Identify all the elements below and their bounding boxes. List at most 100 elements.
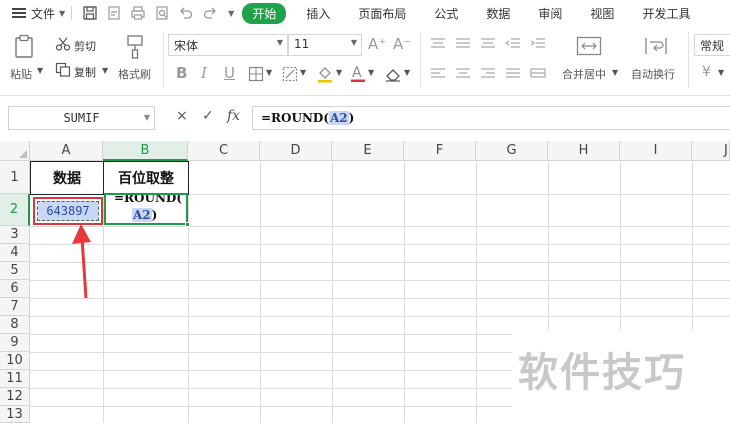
underline-icon[interactable]: U	[224, 64, 235, 82]
insert-function-icon[interactable]: fx	[227, 108, 240, 124]
redo-icon[interactable]	[202, 5, 218, 21]
print-icon[interactable]	[130, 5, 146, 21]
currency-icon[interactable]: ¥	[702, 64, 711, 80]
tab-formulas[interactable]: 公式	[434, 5, 458, 22]
column-header-c[interactable]: C	[188, 141, 260, 161]
formula-input[interactable]: =ROUND(A2)	[252, 106, 730, 130]
select-all-button[interactable]	[0, 141, 30, 161]
copy-button[interactable]: 复制	[74, 64, 96, 80]
align-left-icon[interactable]	[430, 68, 446, 83]
increase-font-icon[interactable]: A⁺	[368, 35, 386, 53]
row-header-7[interactable]: 7	[0, 298, 30, 316]
merge-dropdown-icon[interactable]: ▼	[612, 68, 618, 77]
italic-icon[interactable]: I	[201, 64, 207, 82]
decrease-font-icon[interactable]: A⁻	[393, 35, 411, 53]
divider	[71, 6, 73, 20]
column-header-d[interactable]: D	[260, 141, 332, 161]
column-header-e[interactable]: E	[332, 141, 404, 161]
copy-dropdown-icon[interactable]: ▼	[102, 66, 108, 75]
distributed-icon[interactable]	[530, 68, 546, 83]
undo-icon[interactable]	[178, 5, 194, 21]
merge-cells-icon[interactable]	[576, 36, 602, 59]
column-header-h[interactable]: H	[548, 141, 620, 161]
paste-button[interactable]: 粘贴	[10, 66, 32, 82]
row-header-12[interactable]: 12	[0, 388, 30, 406]
row-header-4[interactable]: 4	[0, 244, 30, 262]
tab-page-layout[interactable]: 页面布局	[358, 5, 406, 22]
cut-button[interactable]: 剪切	[74, 38, 96, 54]
cancel-icon[interactable]: ×	[176, 108, 188, 124]
align-middle-icon[interactable]	[455, 38, 471, 53]
column-header-a[interactable]: A	[30, 141, 103, 161]
fill-color-dropdown-icon[interactable]: ▼	[336, 68, 342, 77]
paste-dropdown-icon[interactable]: ▼	[37, 66, 43, 75]
cell-a1[interactable]: 数据	[30, 161, 104, 195]
bold-icon[interactable]: B	[176, 64, 187, 82]
indent-decrease-icon[interactable]	[504, 38, 521, 53]
align-bottom-icon[interactable]	[480, 38, 496, 53]
align-center-icon[interactable]	[455, 68, 471, 83]
format-painter-icon[interactable]	[126, 34, 144, 63]
tab-view[interactable]: 视图	[590, 5, 614, 22]
row-header-6[interactable]: 6	[0, 280, 30, 298]
confirm-icon[interactable]: ✓	[202, 108, 214, 124]
export-pdf-icon[interactable]	[106, 5, 122, 21]
cell-b1[interactable]: 百位取整	[103, 161, 189, 195]
wrap-text-icon[interactable]	[643, 36, 669, 59]
column-header-b[interactable]: B	[103, 141, 188, 161]
quick-access-dropdown-icon[interactable]: ▼	[228, 9, 234, 18]
row-header-13[interactable]: 13	[0, 406, 30, 423]
column-header-i[interactable]: I	[620, 141, 692, 161]
gridline	[332, 161, 333, 423]
row-header-9[interactable]: 9	[0, 334, 30, 352]
column-header-f[interactable]: F	[404, 141, 476, 161]
save-icon[interactable]	[82, 5, 98, 21]
indent-increase-icon[interactable]	[530, 38, 546, 53]
print-preview-icon[interactable]	[154, 5, 170, 21]
paste-icon[interactable]	[12, 34, 36, 63]
row-header-10[interactable]: 10	[0, 352, 30, 370]
format-painter-button[interactable]: 格式刷	[118, 66, 151, 82]
align-right-icon[interactable]	[480, 68, 496, 83]
fill-handle[interactable]	[185, 222, 190, 227]
row-header-1[interactable]: 1	[0, 161, 30, 194]
column-header-g[interactable]: G	[476, 141, 548, 161]
row-header-5[interactable]: 5	[0, 262, 30, 280]
divider	[163, 32, 164, 88]
fill-color-icon[interactable]	[316, 65, 334, 86]
column-header-j[interactable]: J	[692, 141, 730, 161]
row-header-8[interactable]: 8	[0, 316, 30, 334]
gridline	[30, 244, 730, 245]
border-dropdown-icon[interactable]: ▼	[266, 68, 272, 77]
align-top-icon[interactable]	[430, 38, 446, 53]
cell-b2-formula-ref-line: A2)	[132, 208, 157, 222]
cell-style-dropdown-icon[interactable]: ▼	[300, 68, 306, 77]
cell-a2[interactable]: 643897	[33, 197, 103, 225]
row-header-11[interactable]: 11	[0, 370, 30, 388]
font-color-dropdown-icon[interactable]: ▼	[368, 68, 374, 77]
merge-center-button[interactable]: 合并居中	[562, 66, 606, 82]
font-size-select[interactable]: 11 ▼	[288, 34, 362, 56]
justify-icon[interactable]	[505, 68, 521, 83]
clear-dropdown-icon[interactable]: ▼	[404, 68, 410, 77]
cell-b2-editor[interactable]: =ROUND( A2)	[104, 193, 188, 225]
row-header-3[interactable]: 3	[0, 226, 30, 244]
copy-icon[interactable]	[55, 62, 71, 80]
tab-review[interactable]: 审阅	[538, 5, 562, 22]
border-icon[interactable]	[248, 66, 264, 85]
currency-dropdown-icon[interactable]: ▼	[718, 68, 724, 77]
tab-developer[interactable]: 开发工具	[642, 5, 690, 22]
name-box[interactable]: SUMIF ▼	[8, 106, 155, 130]
font-name-select[interactable]: 宋体 ▼	[168, 34, 288, 56]
tab-home[interactable]: 开始	[242, 2, 287, 24]
tab-insert[interactable]: 插入	[306, 5, 330, 22]
eraser-icon[interactable]	[384, 66, 402, 85]
tab-data[interactable]: 数据	[486, 5, 510, 22]
number-format-select[interactable]: 常规	[694, 34, 730, 56]
scissors-icon[interactable]	[55, 37, 71, 54]
row-header-2[interactable]: 2	[0, 194, 30, 226]
cell-style-icon[interactable]	[282, 66, 298, 85]
font-color-icon[interactable]: A	[350, 64, 366, 86]
file-menu[interactable]: 文件 ▼	[0, 0, 65, 26]
wrap-text-button[interactable]: 自动换行	[631, 66, 675, 82]
